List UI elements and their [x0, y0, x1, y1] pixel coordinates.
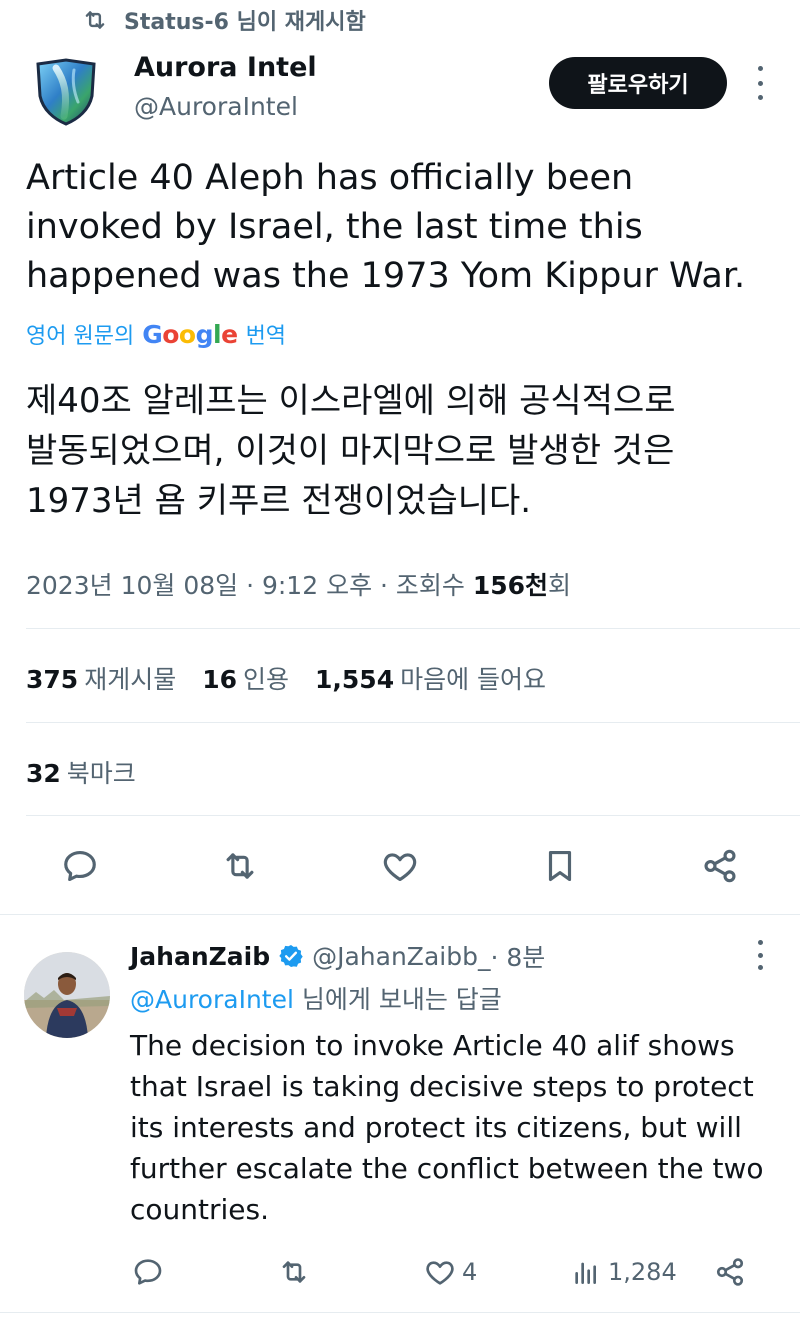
- reply-more-options-icon[interactable]: [752, 940, 768, 970]
- repost-header[interactable]: Status-6 님이 재게시함: [82, 2, 366, 38]
- view-count: 156천: [472, 571, 549, 600]
- reply-author-handle[interactable]: @JahanZaibb_: [312, 942, 490, 971]
- reply-icon: [64, 850, 96, 882]
- like-button[interactable]: [374, 840, 426, 892]
- translation-attribution[interactable]: 영어 원문의 Google 번역: [26, 318, 286, 350]
- repost-icon: [226, 853, 254, 879]
- more-options-icon[interactable]: [752, 66, 768, 100]
- verified-badge-icon[interactable]: [278, 943, 304, 969]
- tweet-timestamp[interactable]: 2023년 10월 08일 · 9:12 오후 · 조회수: [26, 571, 473, 600]
- bookmark-button[interactable]: [534, 840, 586, 892]
- repost-header-text: Status-6 님이 재게시함: [124, 10, 366, 35]
- repost-icon: [282, 1261, 306, 1283]
- author-name[interactable]: Aurora Intel: [134, 52, 317, 83]
- replying-to: @AuroraIntel 님에게 보내는 답글: [130, 980, 502, 1016]
- divider: [26, 628, 800, 629]
- repost-icon: [85, 11, 105, 29]
- reply-views-button[interactable]: 1,284: [570, 1250, 677, 1294]
- reply-author-avatar[interactable]: [24, 952, 110, 1038]
- divider: [26, 722, 800, 723]
- reply-like-button[interactable]: 4: [424, 1250, 477, 1294]
- reply-timestamp[interactable]: · 8분: [490, 938, 545, 974]
- reply-to-suffix: 님에게 보내는 답글: [293, 985, 502, 1014]
- reposts-stat[interactable]: 375 재게시물: [26, 660, 176, 696]
- repost-button[interactable]: [214, 840, 266, 892]
- divider: [0, 1312, 800, 1313]
- translate-prefix: 영어 원문의: [26, 324, 135, 349]
- reply-reply-button[interactable]: [132, 1250, 164, 1294]
- divider: [26, 815, 800, 816]
- share-icon: [716, 1258, 744, 1286]
- follow-button[interactable]: 팔로우하기: [549, 57, 727, 109]
- bookmark-icon: [548, 850, 572, 882]
- share-button[interactable]: [694, 840, 746, 892]
- reply-view-count: 1,284: [608, 1258, 677, 1286]
- reply-text: The decision to invoke Article 40 alif s…: [130, 1029, 764, 1226]
- reply-share-button[interactable]: [714, 1250, 746, 1294]
- translate-suffix: 번역: [245, 324, 287, 349]
- engagement-stats: 375 재게시물 16 인용 1,554 마음에 들어요: [26, 660, 546, 696]
- like-icon: [383, 853, 417, 882]
- reply-repost-button[interactable]: [278, 1250, 310, 1294]
- quotes-stat[interactable]: 16 인용: [202, 660, 289, 696]
- view-count-suffix: 회: [548, 571, 572, 600]
- google-logo: Google: [142, 319, 238, 349]
- reply-header: JahanZaib @JahanZaibb_ · 8분: [130, 936, 545, 976]
- like-icon: [426, 1261, 454, 1285]
- bookmarks-stat[interactable]: 32 북마크: [26, 754, 136, 790]
- translated-text: 제40조 알레프는 이스라엘에 의해 공식적으로 발동되었으며, 이것이 마지막…: [26, 381, 676, 521]
- reply-like-count: 4: [462, 1258, 478, 1286]
- tweet-metadata: 2023년 10월 08일 · 9:12 오후 · 조회수 156천회: [26, 566, 571, 602]
- likes-stat[interactable]: 1,554 마음에 들어요: [315, 660, 546, 696]
- tweet-text: Article 40 Aleph has officially been inv…: [26, 158, 746, 296]
- share-icon: [704, 849, 736, 883]
- author-handle[interactable]: @AuroraIntel: [134, 92, 298, 121]
- reply-author-name[interactable]: JahanZaib: [130, 942, 270, 971]
- reply-to-handle[interactable]: @AuroraIntel: [130, 985, 294, 1014]
- reply-icon: [134, 1259, 162, 1285]
- author-avatar[interactable]: [34, 58, 98, 126]
- reply-button[interactable]: [54, 840, 106, 892]
- divider: [0, 914, 800, 915]
- analytics-icon: [575, 1262, 596, 1284]
